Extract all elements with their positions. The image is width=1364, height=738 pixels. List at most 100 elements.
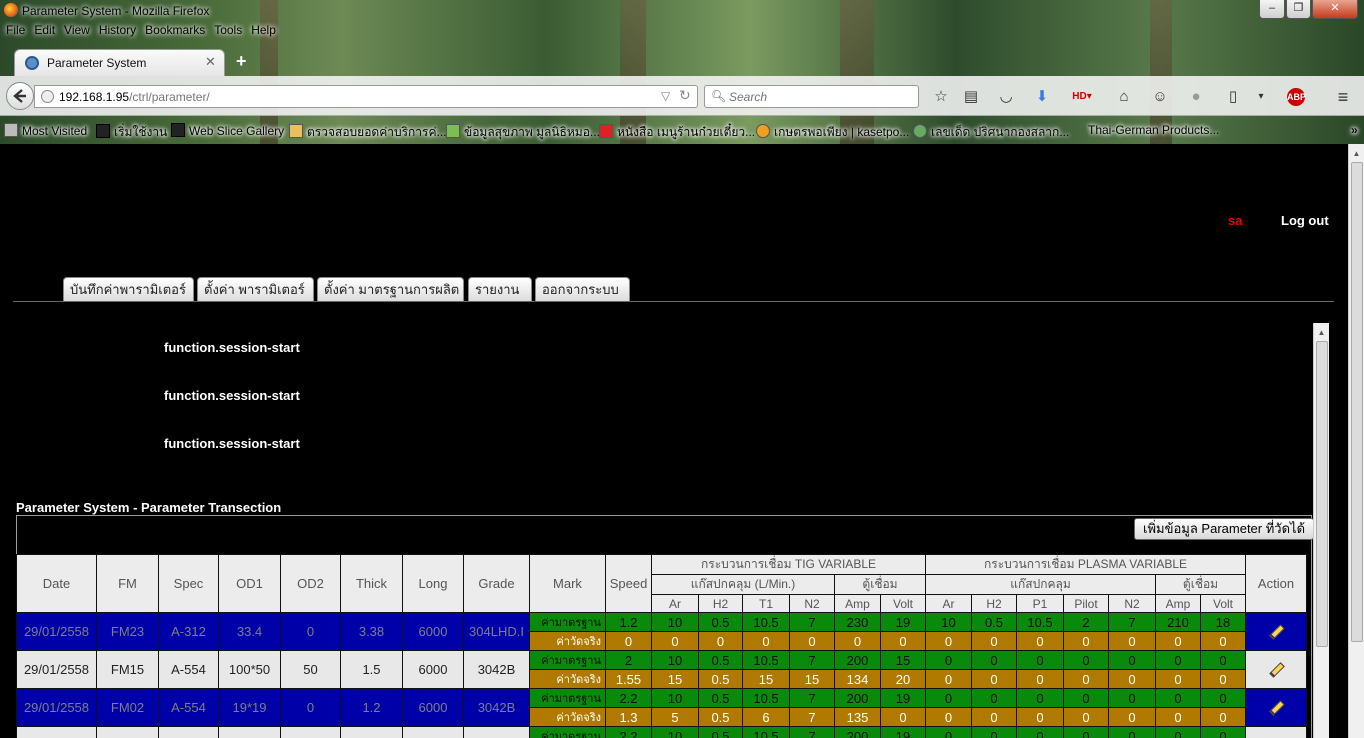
cell-fm: FM15 [96, 650, 159, 689]
minimize-button[interactable]: – [1259, 0, 1285, 19]
actual-value: 0 [971, 669, 1017, 689]
edit-action-cell[interactable] [1245, 650, 1307, 689]
actual-value: 0 [1108, 669, 1156, 689]
edit-action-cell[interactable] [1245, 688, 1307, 727]
maximize-button[interactable]: ❐ [1286, 0, 1311, 19]
close-window-button[interactable]: ✕ [1312, 0, 1358, 19]
standard-value: 0 [1063, 726, 1109, 738]
pocket-icon[interactable]: ◡ [995, 86, 1017, 108]
download-icon[interactable]: ⬇ [1031, 86, 1053, 108]
chat-icon[interactable]: ☺ [1149, 86, 1171, 108]
standard-value: 7 [789, 726, 835, 738]
edit-action-cell[interactable] [1245, 726, 1307, 738]
bookmark-health[interactable]: ข้อมูลสุขภาพ มูลนิธิหมอ... [446, 123, 600, 142]
bookmark-lottery[interactable]: เลขเด็ด ปริศนากองสลาก... [913, 123, 1069, 142]
bookmark-book[interactable]: หนังสือ เมนูร้านก๋วยเตี๋ยว... [599, 123, 755, 142]
header-tig-welder: ตู้เชื่อม [834, 574, 926, 595]
address-bar[interactable]: 192.168.1.95/ctrl/parameter/ ▽ ↻ [34, 85, 698, 108]
reading-list-icon[interactable]: ▤ [960, 86, 982, 108]
frame-scrollbar[interactable]: ▲ [1313, 323, 1329, 738]
cell-spec: A-554 [158, 726, 219, 738]
bookmark-star-icon[interactable]: ☆ [930, 86, 952, 108]
add-parameter-button[interactable]: เพิ่มข้อมูล Parameter ที่วัดได้ [1134, 518, 1315, 540]
actual-value: 0 [1016, 707, 1064, 727]
tab-parameter-settings[interactable]: ตั้งค่า พารามิเตอร์ [197, 277, 314, 301]
cell-od1: 19*19 [218, 688, 281, 727]
cell-grade: 3042B [463, 726, 530, 738]
home-icon[interactable]: ⌂ [1113, 86, 1135, 108]
cell-fm: FM23 [96, 612, 159, 651]
standard-value: 0 [1155, 650, 1201, 670]
actual-value: 0 [1155, 631, 1201, 651]
mark-standard-label: ค่ามาตรฐาน [529, 612, 606, 632]
actual-value: 0.5 [698, 707, 743, 727]
cell-od1: 33.4 [218, 612, 281, 651]
reload-icon[interactable]: ↻ [679, 87, 691, 104]
dropdown-arrow-icon[interactable]: ▽ [661, 89, 670, 103]
search-bar[interactable]: 🔍︎ [704, 85, 919, 108]
edit-action-cell[interactable] [1245, 612, 1307, 651]
bookmark-getting-started[interactable]: เริ่มใช้งาน [96, 123, 167, 142]
actual-value: 1.3 [605, 707, 652, 727]
cell-od1: 19*19 [218, 726, 281, 738]
cell-fm: FM02 [96, 726, 159, 738]
actual-value: 15 [742, 669, 790, 689]
hamburger-menu-icon[interactable]: ≡ [1332, 86, 1354, 108]
session-message: function.session-start [164, 388, 300, 403]
bookmark-thai-german[interactable]: Thai-German Products... [1088, 123, 1219, 137]
table-row: 29/01/2558 FM23 A-312 33.4 0 3.38 6000 304LHD.I… [16, 612, 1307, 651]
header-plasma-n2: N2 [1108, 594, 1156, 613]
menu-help[interactable]: Help [251, 23, 276, 37]
bookmark-web-slice[interactable]: Web Slice Gallery [171, 123, 284, 138]
url-text[interactable]: 192.168.1.95/ctrl/parameter/ [59, 90, 210, 104]
logout-link[interactable]: Log out [1281, 213, 1329, 228]
cell-long: 6000 [402, 688, 464, 727]
addon-icon[interactable]: ● [1185, 86, 1207, 108]
addon-menu-icon[interactable]: ▾ [1250, 86, 1272, 108]
standard-value: 2 [605, 650, 652, 670]
menu-bookmarks[interactable]: Bookmarks [145, 23, 205, 37]
menu-file[interactable]: File [6, 23, 25, 37]
actual-value: 0 [789, 631, 835, 651]
standard-value: 0.5 [698, 726, 743, 738]
tab-record-parameter[interactable]: บันทึกค่าพารามิเตอร์ [63, 277, 194, 301]
clipboard-icon[interactable]: ▯ [1222, 86, 1244, 108]
close-tab-icon[interactable]: ✕ [205, 54, 216, 70]
mark-standard-label: ค่ามาตรฐาน [529, 726, 606, 738]
cell-thick: 1.2 [340, 726, 403, 738]
cell-date: 29/01/2558 [16, 726, 97, 738]
tab-logout[interactable]: ออกจากระบบ [535, 277, 630, 301]
browser-tab[interactable]: Parameter System ✕ [14, 49, 225, 76]
scroll-thumb[interactable] [1316, 341, 1328, 647]
standard-value: 0 [1016, 726, 1064, 738]
page-icon [599, 124, 613, 138]
hd-addon-icon[interactable]: HD▾ [1068, 86, 1096, 108]
bookmark-billing[interactable]: ตรวจสอบยอดค่าบริการค่... [289, 123, 447, 142]
bookmark-most-visited[interactable]: Most Visited [4, 123, 87, 138]
standard-value: 0 [925, 650, 972, 670]
page-scrollbar[interactable]: ▲ [1348, 144, 1364, 738]
standard-value: 10 [651, 650, 699, 670]
pencil-edit-icon[interactable] [1269, 663, 1283, 677]
page-icon [289, 124, 303, 138]
menu-tools[interactable]: Tools [214, 23, 242, 37]
bookmarks-more-icon[interactable]: » [1351, 123, 1358, 137]
scroll-up-icon[interactable]: ▲ [1349, 146, 1364, 162]
pencil-edit-icon[interactable] [1269, 625, 1283, 639]
tab-reports[interactable]: รายงาน [468, 277, 532, 301]
adblock-icon[interactable]: ABP [1281, 86, 1311, 108]
tab-production-standards[interactable]: ตั้งค่า มาตรฐานการผลิต [317, 277, 464, 301]
actual-value: 0 [1063, 669, 1109, 689]
menu-view[interactable]: View [64, 23, 90, 37]
bookmark-kaset[interactable]: เกษตรพอเพียง | kasetpo... [756, 123, 909, 142]
back-button[interactable] [6, 82, 34, 110]
scroll-thumb[interactable] [1351, 162, 1363, 642]
search-input[interactable] [729, 89, 909, 105]
menu-edit[interactable]: Edit [34, 23, 55, 37]
pencil-edit-icon[interactable] [1269, 701, 1283, 715]
scroll-up-icon[interactable]: ▲ [1314, 325, 1329, 341]
new-tab-button[interactable]: + [236, 51, 247, 72]
browser-chrome: Parameter System - Mozilla Firefox – ❐ ✕… [0, 0, 1364, 144]
header-plasma-h2: H2 [971, 594, 1017, 613]
menu-history[interactable]: History [99, 23, 136, 37]
